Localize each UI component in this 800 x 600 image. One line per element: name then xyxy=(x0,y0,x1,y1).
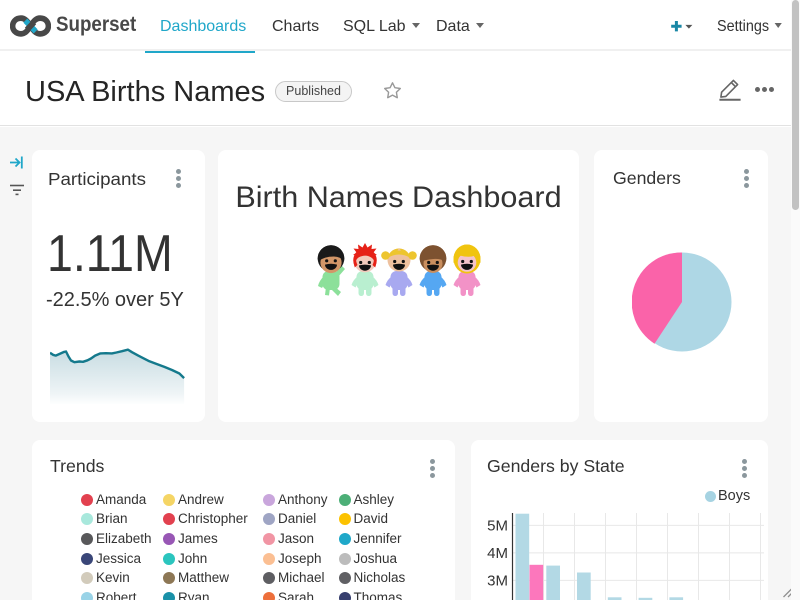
svg-text:5M: 5M xyxy=(487,517,508,534)
svg-text:4M: 4M xyxy=(487,545,508,562)
svg-text:3M: 3M xyxy=(487,572,508,589)
